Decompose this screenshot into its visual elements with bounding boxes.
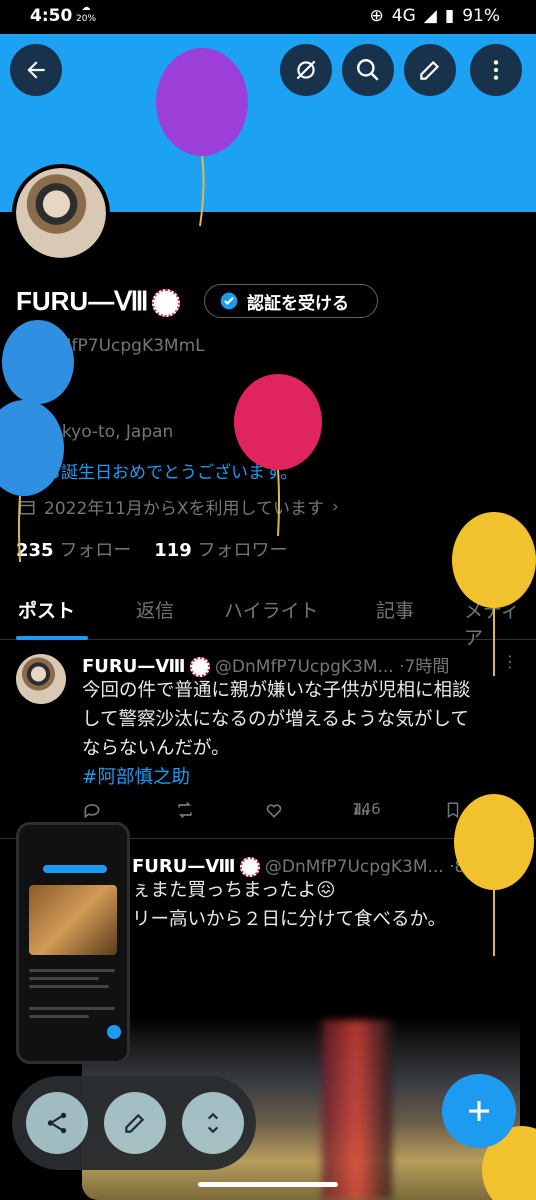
weather-indicator: ☁ 20% — [76, 3, 97, 24]
scroll-capture-button[interactable] — [182, 1092, 244, 1154]
tab-replies[interactable]: 返信 — [136, 596, 174, 623]
flower-badge-icon — [239, 857, 260, 877]
tweet-header: FURU—Ⅷ @DnMfP7UcpgK3M... ·8時間 — [132, 856, 499, 877]
compose-post-button[interactable] — [442, 1074, 516, 1148]
balloon-purple — [156, 48, 248, 227]
more-icon — [493, 60, 499, 80]
home-indicator[interactable] — [198, 1182, 338, 1187]
screenshot-preview[interactable] — [16, 822, 130, 1064]
reply-button[interactable] — [82, 800, 102, 820]
preview-line — [29, 977, 99, 980]
preview-line — [29, 969, 115, 972]
preview-line — [29, 1015, 89, 1018]
balloon-yellow — [454, 794, 534, 956]
like-icon — [266, 804, 282, 818]
tweet-text: 今回の件で普通に親が嫌いな子供が児相に相談 して警察沙汰になるのが増えるような気… — [82, 676, 471, 792]
search-icon — [357, 59, 379, 81]
tweet-text: ぇまた買っちまったよ😖 リー高いから２日に分けて食べるか。 — [132, 880, 447, 930]
tweet-avatar[interactable] — [16, 654, 66, 704]
hide-retweets-button[interactable] — [280, 44, 332, 96]
retweet-button[interactable] — [174, 800, 196, 820]
like-button[interactable] — [264, 800, 284, 820]
screenshot-toolbar — [12, 1076, 256, 1170]
balloon-blue — [0, 400, 64, 563]
hashtag-link[interactable]: #阿部慎之助 — [82, 763, 471, 792]
battery-percent: 91% — [462, 6, 500, 26]
preview-fab — [107, 1025, 121, 1039]
tab-articles[interactable]: 記事 — [376, 596, 414, 623]
tab-posts[interactable]: ポスト — [18, 596, 75, 623]
retweet-icon — [178, 801, 192, 819]
status-right: ⊕ 4G ◢ ▮ 91% — [370, 6, 500, 26]
more-options-button[interactable] — [470, 44, 522, 96]
tweet-header: FURU—Ⅷ @DnMfP7UcpgK3M... ·7時間 — [82, 656, 450, 677]
status-bar: 4:50 ☁ 20% ⊕ 4G ◢ ▮ 91% — [0, 0, 536, 34]
signal-icon: ◢ — [423, 6, 437, 26]
preview-line — [29, 985, 109, 988]
data-saver-icon: ⊕ — [369, 6, 384, 26]
flower-badge-icon — [152, 289, 181, 318]
views-button[interactable]: 146 — [352, 800, 381, 818]
status-time: 4:50 — [30, 6, 73, 26]
get-verified-label: 認証を受ける — [247, 293, 349, 314]
balloon-yellow — [452, 512, 536, 676]
tab-highlights[interactable]: ハイライト — [224, 596, 319, 623]
edit-profile-button[interactable] — [404, 44, 456, 96]
chevron-right-icon: › — [332, 496, 339, 517]
preview-image — [29, 885, 117, 955]
battery-icon: ▮ — [444, 6, 455, 26]
edit-icon — [420, 60, 440, 80]
share-icon — [47, 1112, 67, 1134]
plus-icon — [469, 1101, 489, 1121]
network-label: 4G — [391, 6, 416, 26]
preview-pill — [43, 865, 107, 873]
active-tab-indicator — [16, 636, 88, 640]
scroll-icon — [207, 1112, 219, 1134]
back-button[interactable] — [10, 44, 62, 96]
flower-badge-icon — [189, 657, 210, 677]
reply-icon — [84, 804, 100, 819]
preview-line — [29, 1007, 115, 1010]
hide-retweets-icon — [296, 60, 316, 80]
edit-screenshot-button[interactable] — [104, 1092, 166, 1154]
back-arrow-icon — [27, 61, 45, 79]
balloon-red — [234, 374, 322, 537]
profile-avatar[interactable] — [12, 164, 110, 262]
verified-badge-icon — [220, 292, 238, 310]
search-button[interactable] — [342, 44, 394, 96]
pencil-icon — [125, 1113, 145, 1133]
share-screenshot-button[interactable] — [26, 1092, 88, 1154]
profile-name: FURU—Ⅷ — [16, 286, 181, 318]
views-count: 146 — [352, 800, 381, 818]
get-verified-button[interactable]: 認証を受ける — [204, 284, 378, 318]
